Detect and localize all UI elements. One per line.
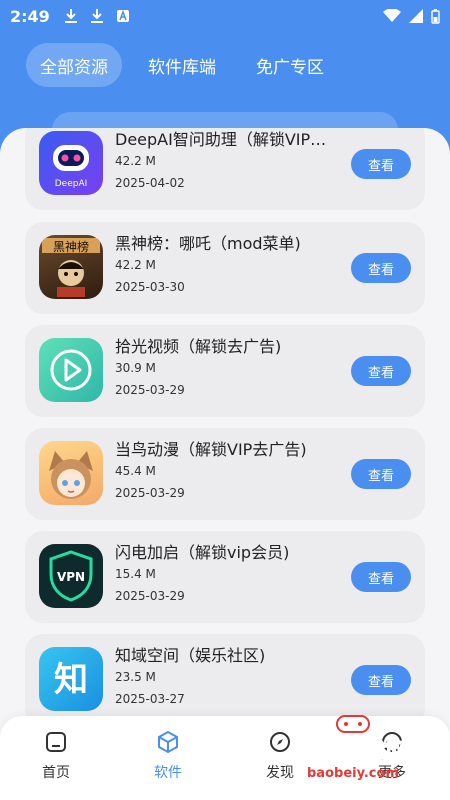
zhi-icon-label: 知 [54, 660, 88, 700]
vpn-icon-label: VPN [57, 570, 85, 584]
signal-icon [409, 9, 423, 23]
nav-software-label: 软件 [154, 765, 182, 781]
battery-icon [431, 8, 440, 24]
list-item[interactable]: 当鸟动漫（解锁VIP去广告) 45.4 M 2025-03-29 查看 [25, 428, 425, 520]
wifi-icon [383, 9, 401, 22]
app-date: 2025-03-30 [115, 280, 185, 294]
app-size: 23.5 M [115, 670, 156, 684]
app-title: 闪电加启（解锁vip会员) [115, 543, 290, 562]
view-button[interactable]: 查看 [351, 665, 411, 695]
play-icon [39, 338, 103, 402]
view-button[interactable]: 查看 [351, 356, 411, 386]
app-date: 2025-03-29 [115, 383, 185, 397]
view-button[interactable]: 查看 [351, 459, 411, 489]
cube-icon [158, 730, 178, 754]
status-bar: 2:49 [0, 0, 450, 32]
tab-software-library[interactable]: 软件库端 [134, 43, 230, 87]
app-size: 42.2 M [115, 258, 156, 272]
app-date: 2025-03-29 [115, 589, 185, 603]
anime-girl-icon [39, 441, 103, 505]
heishenbang-icon: 黑神榜 [39, 235, 103, 299]
home-icon [46, 732, 66, 752]
app-title: DeepAI智问助理（解锁VIP… [115, 130, 327, 149]
app-size: 45.4 M [115, 464, 156, 478]
watermark-text: 宝贝游戏网 [297, 739, 408, 765]
view-button[interactable]: 查看 [351, 149, 411, 179]
app-title: 当鸟动漫（解锁VIP去广告) [115, 440, 307, 459]
app-title: 黑神榜：哪吒（mod菜单) [115, 234, 301, 253]
view-button[interactable]: 查看 [351, 562, 411, 592]
nav-software[interactable]: 软件 [128, 730, 208, 782]
app-date: 2025-03-29 [115, 486, 185, 500]
category-tabs: 全部资源 软件库端 免广专区 [26, 43, 338, 87]
download-icon [90, 9, 103, 23]
app-date: 2025-03-27 [115, 692, 185, 706]
watermark-logo: 宝贝游戏网 baobeiy.com [268, 712, 438, 782]
nav-home-label: 首页 [42, 765, 70, 781]
deepai-icon-label: DeepAI [55, 179, 88, 189]
tab-ad-free-zone[interactable]: 免广专区 [242, 43, 338, 87]
vpn-shield-icon: VPN [39, 544, 103, 608]
nav-home[interactable]: 首页 [16, 730, 96, 782]
heishenbang-icon-label: 黑神榜 [53, 239, 89, 254]
view-button[interactable]: 查看 [351, 253, 411, 283]
tab-all-resources[interactable]: 全部资源 [26, 43, 122, 87]
app-size: 42.2 M [115, 154, 156, 168]
deepai-icon: DeepAI [39, 131, 103, 195]
app-size: 30.9 M [115, 361, 156, 375]
list-item[interactable]: DeepAI DeepAI智问助理（解锁VIP… 42.2 M 2025-04-… [25, 128, 425, 210]
list-item[interactable]: 拾光视频（解锁去广告) 30.9 M 2025-03-29 查看 [25, 325, 425, 417]
list-item[interactable]: 黑神榜 黑神榜：哪吒（mod菜单) 42.2 M 2025-03-30 查看 [25, 222, 425, 314]
app-title: 知域空间（娱乐社区) [115, 646, 266, 665]
watermark-url: baobeiy.com [307, 765, 399, 781]
status-time: 2:49 [10, 6, 50, 26]
list-item[interactable]: VPN 闪电加启（解锁vip会员) 15.4 M 2025-03-29 查看 [25, 531, 425, 623]
font-a-icon [116, 9, 129, 22]
app-date: 2025-04-02 [115, 176, 185, 190]
app-size: 15.4 M [115, 567, 156, 581]
gamepad-icon [336, 714, 370, 733]
app-title: 拾光视频（解锁去广告) [115, 337, 282, 356]
app-list-panel: DeepAI DeepAI智问助理（解锁VIP… 42.2 M 2025-04-… [0, 128, 450, 800]
zhi-icon: 知 [39, 647, 103, 711]
download-icon [64, 9, 77, 23]
